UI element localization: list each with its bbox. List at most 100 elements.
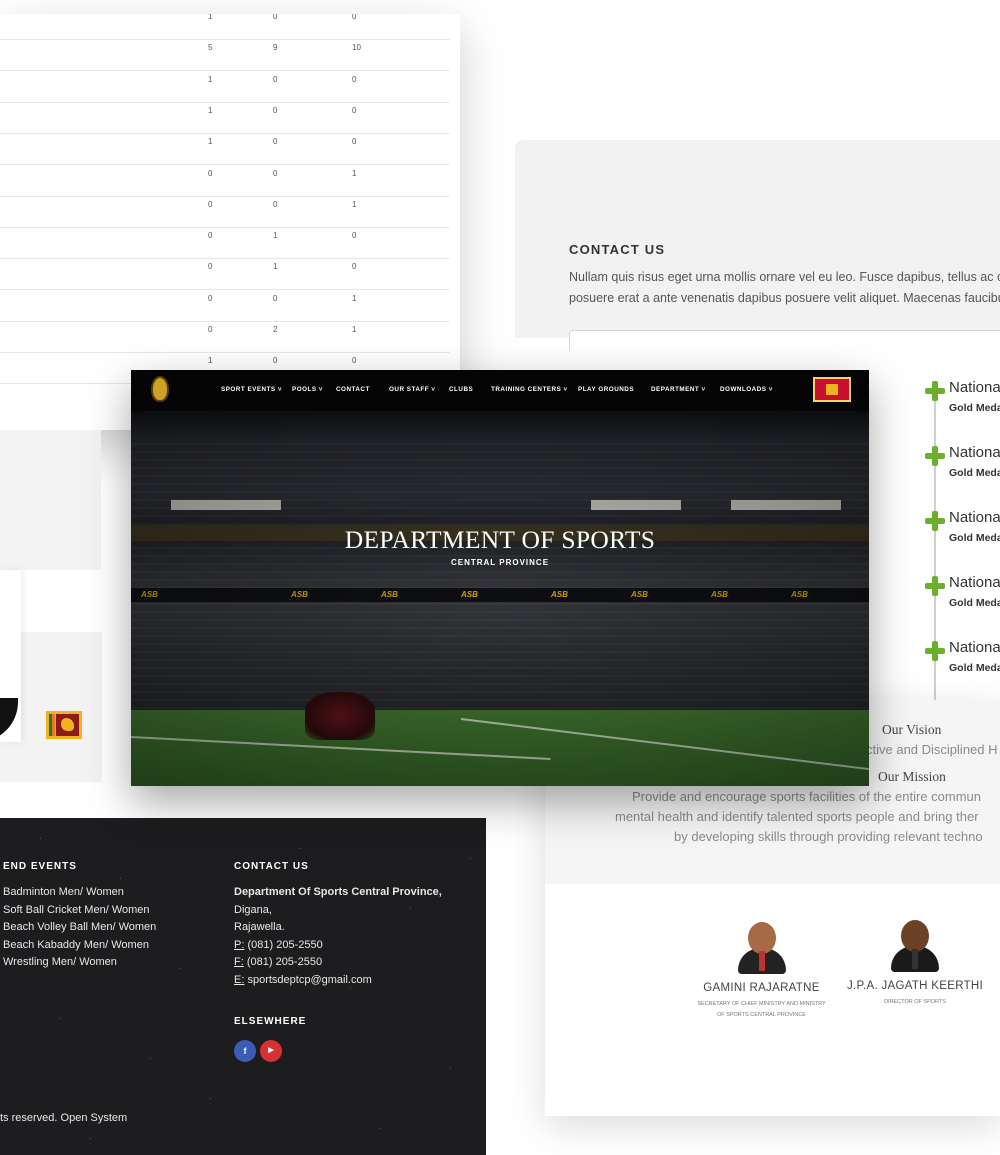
elsewhere-heading: ELSEWHERE [234, 1016, 307, 1027]
nav-item[interactable]: PLAY GROUNDS [578, 386, 634, 393]
table-cell: 0 [352, 356, 357, 366]
contact-text: Nullam quis risus eget urna mollis ornar… [569, 267, 1000, 311]
table-row: 0 1 0 [0, 227, 450, 260]
copyright: ts reserved. Open System [0, 1112, 128, 1124]
background-star [350, 988, 351, 989]
plus-icon[interactable] [925, 381, 945, 401]
table-cell: 0 [273, 168, 278, 178]
contact-title: CONTACT US [569, 242, 666, 257]
table-cell: 0 [352, 74, 357, 84]
table-cell: 1 [352, 325, 357, 334]
events-heading: END EVENTS [3, 861, 77, 872]
vision-text: ctive and Disciplined H [866, 742, 998, 757]
nav-item[interactable]: DEPARTMENT ˅ [651, 386, 706, 393]
table-cell: 9 [273, 43, 278, 53]
table-cell: 0 [273, 199, 278, 209]
nav-item[interactable]: OUR STAFF ˅ [389, 386, 436, 393]
address-line: Digana, [234, 903, 272, 916]
staff-role: SECRETARY OF CHIEF MINISTRY AND MINISTRY… [697, 1001, 826, 1018]
address-line: Rajawella. [234, 921, 285, 934]
phone: P: (081) 205-2550 [234, 938, 323, 951]
table-cell: 0 [273, 137, 278, 147]
staff-role: DIRECTOR OF SPORTS [884, 999, 946, 1005]
org-name: Department Of Sports Central Province, [234, 886, 442, 898]
table-cell: 1 [208, 105, 213, 115]
staff-photo [887, 916, 943, 972]
timeline-title: Nationa [949, 444, 1000, 461]
background-star [150, 1058, 151, 1059]
contact-section: CONTACT US Nullam quis risus eget urna m… [515, 140, 1000, 351]
timeline-title: Nationa [949, 379, 1000, 396]
facebook-icon[interactable]: f [234, 1040, 256, 1062]
staff-name: J.P.A. JAGATH KEERTHI [846, 980, 984, 992]
nav-item[interactable]: DOWNLOADS ˅ [720, 386, 773, 393]
table-cell: 1 [352, 168, 357, 178]
plus-icon[interactable] [925, 641, 945, 661]
event-link[interactable]: Wrestling Men/ Women [3, 954, 156, 972]
table-cell: 1 [208, 356, 213, 366]
emblem-logo[interactable] [151, 376, 169, 402]
chevron-down-icon: ˅ [699, 386, 706, 393]
nav-item[interactable]: TRAINING CENTERS ˅ [491, 386, 568, 393]
table-cell: 1 [352, 293, 357, 303]
email-link[interactable]: E: sportsdeptcp@gmail.com [234, 972, 442, 990]
background-star [380, 1128, 381, 1129]
plus-icon[interactable] [925, 446, 945, 466]
table-row: 1 0 0 [0, 133, 450, 166]
site-footer: END EVENTS Badminton Men/ Women Soft Ball… [0, 818, 486, 1155]
plus-icon[interactable] [925, 576, 945, 596]
table-cell: 0 [352, 14, 357, 21]
achievements-timeline: Nationa Gold Meda Nationa Gold Meda Nationa G… [922, 372, 1000, 702]
background-star [410, 908, 411, 909]
table-cell: 0 [273, 356, 278, 366]
table-cell: 0 [352, 231, 357, 241]
footer-contact-info: Department Of Sports Central Province, D… [234, 884, 442, 990]
background-star [120, 878, 121, 879]
nav-label: CONTACT [336, 386, 370, 393]
event-link[interactable]: Beach Volley Ball Men/ Women [3, 919, 156, 937]
table-cell: 0 [273, 74, 278, 84]
events-list: Badminton Men/ Women Soft Ball Cricket Me… [3, 884, 156, 972]
table-cell: 1 [208, 74, 213, 84]
chevron-down-icon: ˅ [275, 386, 283, 393]
table-cell: 0 [208, 325, 213, 334]
timeline-subtitle: Gold Meda [949, 467, 1000, 479]
youtube-icon[interactable]: ▶ [260, 1040, 282, 1062]
contact-text-line: posuere erat a ante venenatis dapibus po… [569, 291, 1000, 305]
nav-item[interactable]: CONTACT [336, 386, 370, 393]
nav-label: CLUBS [449, 386, 474, 393]
timeline-item: Nationa Gold Meda [922, 359, 1000, 424]
plus-icon[interactable] [925, 511, 945, 531]
table-cell: 5 [208, 43, 213, 53]
nav-item[interactable]: CLUBS [449, 386, 473, 393]
nav-label: PLAY GROUNDS [578, 386, 635, 393]
footer-contact-heading: CONTACT US [234, 861, 309, 872]
event-link[interactable]: Beach Kabaddy Men/ Women [3, 937, 156, 955]
mission-text-line: Provide and encourage sports facilities … [632, 789, 982, 804]
mission-text-line: by developing skills through providing r… [674, 829, 983, 844]
nav-label: TRAINING CENTERS [491, 386, 562, 393]
timeline-item: Nationa Gold Meda [922, 554, 1000, 619]
event-link[interactable]: Soft Ball Cricket Men/ Women [3, 902, 156, 920]
table-cell: 10 [352, 43, 361, 53]
contact-name-input[interactable] [569, 330, 1000, 351]
nav-item[interactable]: POOLS ˅ [292, 386, 323, 393]
table-cell: 0 [273, 14, 278, 21]
table-row: 0 2 1 [0, 321, 450, 353]
contact-text-line: Nullam quis risus eget urna mollis ornar… [569, 270, 1000, 284]
table-cell: 0 [208, 231, 213, 241]
background-star [470, 858, 471, 859]
timeline-item: Nationa Gold Meda [922, 424, 1000, 489]
staff-card: GAMINI RAJARATNE SECRETARY OF CHIEF MINI… [690, 918, 833, 1021]
table-cell: 1 [273, 231, 278, 241]
staff-photo [734, 918, 790, 974]
event-link[interactable]: Badminton Men/ Women [3, 884, 156, 902]
nav-item[interactable]: SPORT EVENTS ˅ [221, 386, 282, 393]
fax: F: (081) 205-2550 [234, 956, 323, 969]
table-cell: 0 [208, 199, 213, 209]
nav-label: DEPARTMENT [651, 386, 700, 393]
timeline-title: Nationa [949, 639, 1000, 656]
staff-name: GAMINI RAJARATNE [703, 982, 820, 994]
staff-card: J.P.A. JAGATH KEERTHI DIRECTOR OF SPORTS [845, 916, 985, 1008]
gray-panel [0, 430, 101, 570]
